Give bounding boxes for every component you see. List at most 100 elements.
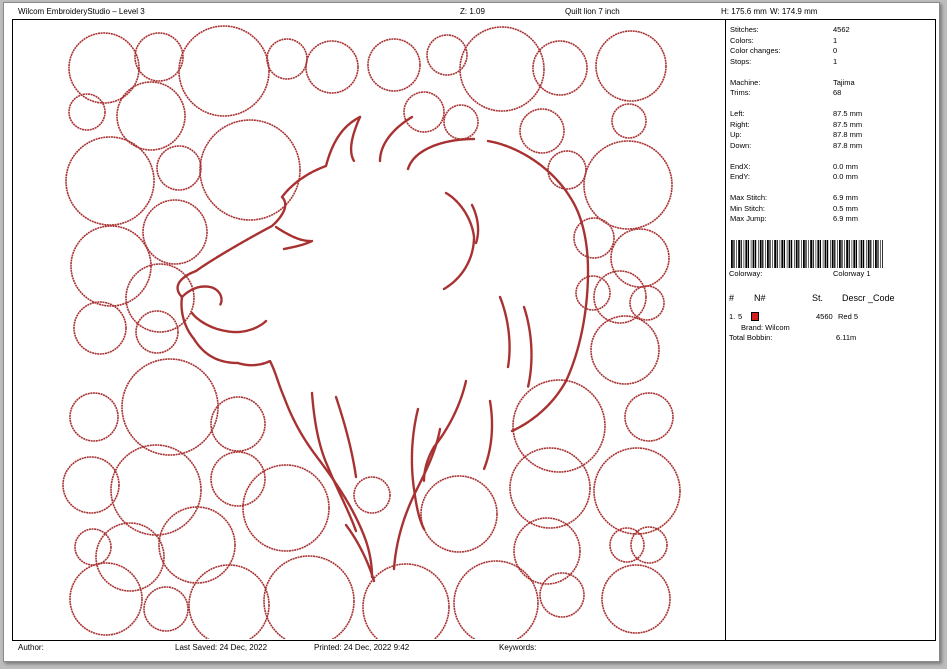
stat-row: Trims: 68 <box>730 88 930 99</box>
quilt-bubble <box>178 25 270 117</box>
barcode-bar <box>848 240 850 268</box>
barcode-bar <box>867 240 870 268</box>
stat-row: EndX: 0.0 mm <box>730 162 930 173</box>
quilt-bubble <box>266 38 308 80</box>
quilt-bubble <box>459 26 545 112</box>
barcode-bar <box>824 240 827 268</box>
stat-value: Tajima <box>833 77 855 87</box>
barcode-bar <box>855 240 857 268</box>
col-stitches-header: St. <box>812 293 824 303</box>
barcode-bar <box>851 240 853 268</box>
stat-label: Machine: <box>730 77 761 87</box>
quilt-bubble <box>601 564 671 634</box>
barcode-bar <box>812 240 814 268</box>
quilt-bubble <box>426 34 468 76</box>
quilt-bubble <box>590 315 660 385</box>
quilt-bubble <box>242 464 330 552</box>
stat-value: 0.0 mm <box>833 172 859 181</box>
barcode-bar <box>759 240 762 268</box>
barcode-bar <box>745 240 748 268</box>
barcode <box>731 240 883 268</box>
barcode-bar <box>801 240 802 268</box>
stat-row: Color changes: 0 <box>730 46 930 57</box>
barcode-bar <box>767 240 769 268</box>
lion-stitch-line <box>486 139 590 433</box>
quilt-bubble <box>547 150 587 190</box>
total-bobbin-value: 6.11m <box>836 333 857 342</box>
barcode-bar <box>863 240 865 268</box>
stat-row: Stops: 1 <box>730 57 930 68</box>
quilt-bubble <box>611 103 647 139</box>
lion-stitch-line <box>406 137 476 171</box>
print-preview-page: Wilcom EmbroideryStudio – Level 3 Z: 1.0… <box>3 2 940 662</box>
last-saved: Last Saved: 24 Dec, 2022 <box>175 643 268 652</box>
quilt-bubble <box>70 225 152 307</box>
lion-stitch-line <box>442 191 476 291</box>
quilt-bubble <box>69 392 119 442</box>
barcode-bar <box>779 240 781 268</box>
stat-row: Min Stitch: 0.5 mm <box>730 204 930 215</box>
barcode-bar <box>781 240 784 268</box>
quilt-bubble <box>263 555 355 639</box>
color-row-desc: Red 5 <box>838 312 859 321</box>
quilt-bubble <box>95 522 165 592</box>
col-desc-header: Descr _Code <box>842 293 895 303</box>
col-index-header: # <box>729 293 735 303</box>
stat-label: EndX: <box>730 161 751 171</box>
quilt-bubble <box>110 444 202 536</box>
quilt-bubble <box>65 136 155 226</box>
colorway-label: Colorway: <box>729 269 763 278</box>
quilt-bubble <box>188 564 270 639</box>
stat-value: 87.8 mm <box>833 140 863 150</box>
embroidery-design-preview <box>62 25 681 639</box>
lion-stitch-line <box>498 295 511 369</box>
barcode-bar <box>815 240 817 268</box>
barcode-bar <box>794 240 795 268</box>
quilt-bubble <box>367 38 421 92</box>
stat-label: Max Jump: <box>730 214 767 223</box>
quilt-bubble <box>74 528 112 566</box>
col-needle-header: N# <box>754 293 766 303</box>
lion-stitch-line <box>190 311 268 334</box>
stat-row: Left: 87.5 mm <box>730 109 930 120</box>
lion-stitch-line <box>180 285 223 307</box>
barcode-bar <box>786 240 788 268</box>
quilt-bubble <box>539 572 585 618</box>
barcode-bar <box>834 240 836 268</box>
barcode-bar <box>772 240 773 268</box>
barcode-bar <box>798 240 800 268</box>
quilt-bubble <box>595 30 667 102</box>
quilt-bubble <box>610 228 670 288</box>
barcode-bar <box>805 240 807 268</box>
stat-row: Down: 87.8 mm <box>730 141 930 152</box>
barcode-bar <box>817 240 820 268</box>
keywords-label: Keywords: <box>499 643 537 652</box>
stats-spacer <box>730 99 930 110</box>
thread-color-swatch <box>751 312 759 321</box>
barcode-bar <box>752 240 755 268</box>
stat-row: Machine: Tajima <box>730 78 930 89</box>
quilt-bubble <box>453 560 539 639</box>
barcode-bar <box>758 240 759 268</box>
barcode-bar <box>791 240 793 268</box>
quilt-bubble <box>121 358 219 456</box>
quilt-bubble <box>210 451 266 507</box>
lion-stitch-line <box>392 427 442 571</box>
stats-spacer <box>730 151 930 162</box>
stat-label: Trims: <box>730 88 751 97</box>
barcode-bar <box>774 240 776 268</box>
barcode-bar <box>839 240 841 268</box>
barcode-bar <box>738 240 740 268</box>
stat-label: Left: <box>730 109 745 118</box>
stat-label: Right: <box>730 119 750 129</box>
quilt-bubble <box>305 40 359 94</box>
stat-row: Stitches: 4562 <box>730 25 930 36</box>
barcode-bar <box>837 240 838 268</box>
quilt-bubble <box>68 32 140 104</box>
height-label: H: 175.6 mm <box>721 7 767 16</box>
barcode-bar <box>873 240 874 268</box>
lion-stitch-line <box>422 379 468 483</box>
quilt-bubble <box>532 40 588 96</box>
colorway-value: Colorway 1 <box>833 269 871 278</box>
barcode-bar <box>795 240 798 268</box>
